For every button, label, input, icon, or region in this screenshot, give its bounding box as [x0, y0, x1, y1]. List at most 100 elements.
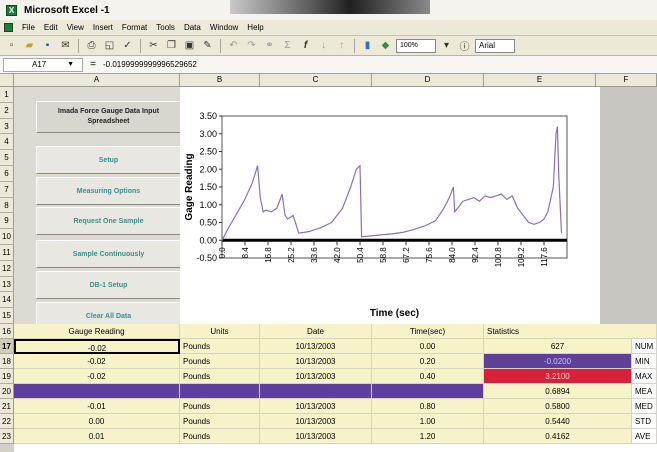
table-cell[interactable]: 10/13/2003: [260, 384, 372, 399]
formula-input[interactable]: -0.0199999999996529652: [103, 60, 197, 69]
row-header-19[interactable]: 19: [0, 369, 14, 384]
table-cell[interactable]: Pounds: [180, 399, 260, 414]
menu-view[interactable]: View: [67, 23, 84, 32]
table-cell[interactable]: 10/13/2003: [260, 429, 372, 444]
row-header-12[interactable]: 12: [0, 260, 14, 277]
menu-tools[interactable]: Tools: [156, 23, 175, 32]
row-header-14[interactable]: 14: [0, 292, 14, 309]
drawing-icon[interactable]: ◆: [378, 38, 393, 53]
menu-data[interactable]: Data: [184, 23, 201, 32]
table-cell[interactable]: -0.01: [14, 399, 180, 414]
chart-wizard-icon[interactable]: ▮: [360, 38, 375, 53]
row-header-8[interactable]: 8: [0, 197, 14, 214]
active-cell[interactable]: -0.02: [14, 339, 180, 354]
table-cell[interactable]: Pounds: [180, 414, 260, 429]
table-cell[interactable]: 10/13/2003: [260, 354, 372, 369]
chevron-down-icon[interactable]: ▾: [439, 38, 454, 53]
row-header-6[interactable]: 6: [0, 166, 14, 182]
workbook-icon[interactable]: [4, 23, 13, 32]
table-cell[interactable]: -0.02: [14, 369, 180, 384]
request-one-sample-button[interactable]: Request One Sample: [36, 207, 181, 235]
row-header-3[interactable]: 3: [0, 118, 14, 135]
row-header-1[interactable]: 1: [0, 87, 14, 103]
stat-label[interactable]: MAX: [632, 369, 657, 384]
row-header-5[interactable]: 5: [0, 150, 14, 166]
menu-edit[interactable]: Edit: [44, 23, 58, 32]
row-header-13[interactable]: 13: [0, 276, 14, 293]
save-icon[interactable]: ▪: [40, 38, 55, 53]
table-cell[interactable]: 10/13/2003: [260, 414, 372, 429]
zoom-select[interactable]: 100%: [396, 38, 436, 53]
table-cell[interactable]: 0.40: [372, 369, 484, 384]
table-cell[interactable]: 10/13/2003: [260, 399, 372, 414]
row-header-16[interactable]: 16: [0, 324, 14, 339]
row-header-9[interactable]: 9: [0, 213, 14, 230]
stat-value[interactable]: -0.0200: [484, 354, 632, 369]
table-cell[interactable]: -0.02: [14, 384, 180, 399]
stat-value[interactable]: 627: [484, 339, 632, 354]
db1-setup-button[interactable]: DB-1 Setup: [36, 271, 181, 299]
table-cell[interactable]: 0.00: [372, 339, 484, 354]
row-header-15[interactable]: 15: [0, 308, 14, 324]
table-cell[interactable]: 0.20: [372, 354, 484, 369]
select-all-corner[interactable]: [0, 74, 14, 87]
row-header-22[interactable]: 22: [0, 414, 14, 429]
gauge-chart[interactable]: 3.50 3.00 2.50 2.00 1.50 1.00 0.50 0.00 -0.50 0.0…: [180, 100, 585, 332]
row-header-4[interactable]: 4: [0, 134, 14, 151]
table-header-cell[interactable]: Statistics: [484, 324, 657, 339]
table-cell[interactable]: 0.01: [14, 429, 180, 444]
menu-format[interactable]: Format: [122, 23, 147, 32]
menu-file[interactable]: File: [22, 23, 35, 32]
sort-asc-icon[interactable]: ↓: [316, 38, 331, 53]
table-header-cell[interactable]: Units: [180, 324, 260, 339]
row-header-17[interactable]: 17: [0, 339, 14, 354]
name-box[interactable]: A17 ▼: [3, 57, 83, 72]
table-header-cell[interactable]: Time(sec): [372, 324, 484, 339]
print-preview-icon[interactable]: ◱: [102, 38, 117, 53]
table-cell[interactable]: Pounds: [180, 384, 260, 399]
function-icon[interactable]: f: [298, 38, 313, 53]
row-header-18[interactable]: 18: [0, 354, 14, 369]
stat-value[interactable]: 0.6894: [484, 384, 632, 399]
stat-label[interactable]: STD: [632, 414, 657, 429]
hyperlink-icon[interactable]: ⚭: [262, 38, 277, 53]
table-header-cell[interactable]: Gauge Reading: [14, 324, 180, 339]
font-select[interactable]: Arial: [475, 38, 515, 53]
format-painter-icon[interactable]: ✎: [200, 38, 215, 53]
sample-continuously-button[interactable]: Sample Continuously: [36, 240, 181, 268]
stat-value[interactable]: 0.5800: [484, 399, 632, 414]
menu-window[interactable]: Window: [210, 23, 238, 32]
new-icon[interactable]: ▫: [4, 38, 19, 53]
table-cell[interactable]: 0.80: [372, 399, 484, 414]
email-icon[interactable]: ✉: [58, 38, 73, 53]
undo-icon[interactable]: ↶: [226, 38, 241, 53]
row-header-2[interactable]: 2: [0, 102, 14, 119]
sort-desc-icon[interactable]: ↑: [334, 38, 349, 53]
column-header-c[interactable]: C: [260, 74, 372, 87]
open-icon[interactable]: ▰: [22, 38, 37, 53]
table-cell[interactable]: Pounds: [180, 354, 260, 369]
table-cell[interactable]: Pounds: [180, 429, 260, 444]
table-cell[interactable]: -0.02: [14, 354, 180, 369]
table-cell[interactable]: Pounds: [180, 369, 260, 384]
table-cell[interactable]: 1.00: [372, 414, 484, 429]
stat-label[interactable]: MEA: [632, 384, 657, 399]
menu-insert[interactable]: Insert: [93, 23, 113, 32]
chevron-down-icon[interactable]: ▼: [67, 61, 74, 68]
table-cell[interactable]: 1.20: [372, 429, 484, 444]
stat-label[interactable]: NUM: [632, 339, 657, 354]
table-header-cell[interactable]: Date: [260, 324, 372, 339]
column-header-e[interactable]: E: [484, 74, 596, 87]
autosum-icon[interactable]: Σ: [280, 38, 295, 53]
measuring-options-button[interactable]: Measuring Options: [36, 177, 181, 205]
cut-icon[interactable]: ✂: [146, 38, 161, 53]
stat-value[interactable]: 0.4162: [484, 429, 632, 444]
paste-icon[interactable]: ▣: [182, 38, 197, 53]
stat-value[interactable]: 0.5440: [484, 414, 632, 429]
stat-label[interactable]: MED: [632, 399, 657, 414]
column-header-d[interactable]: D: [372, 74, 484, 87]
row-header-21[interactable]: 21: [0, 399, 14, 414]
stat-label[interactable]: MIN: [632, 354, 657, 369]
help-icon[interactable]: ⓘ: [457, 38, 472, 53]
copy-icon[interactable]: ❐: [164, 38, 179, 53]
